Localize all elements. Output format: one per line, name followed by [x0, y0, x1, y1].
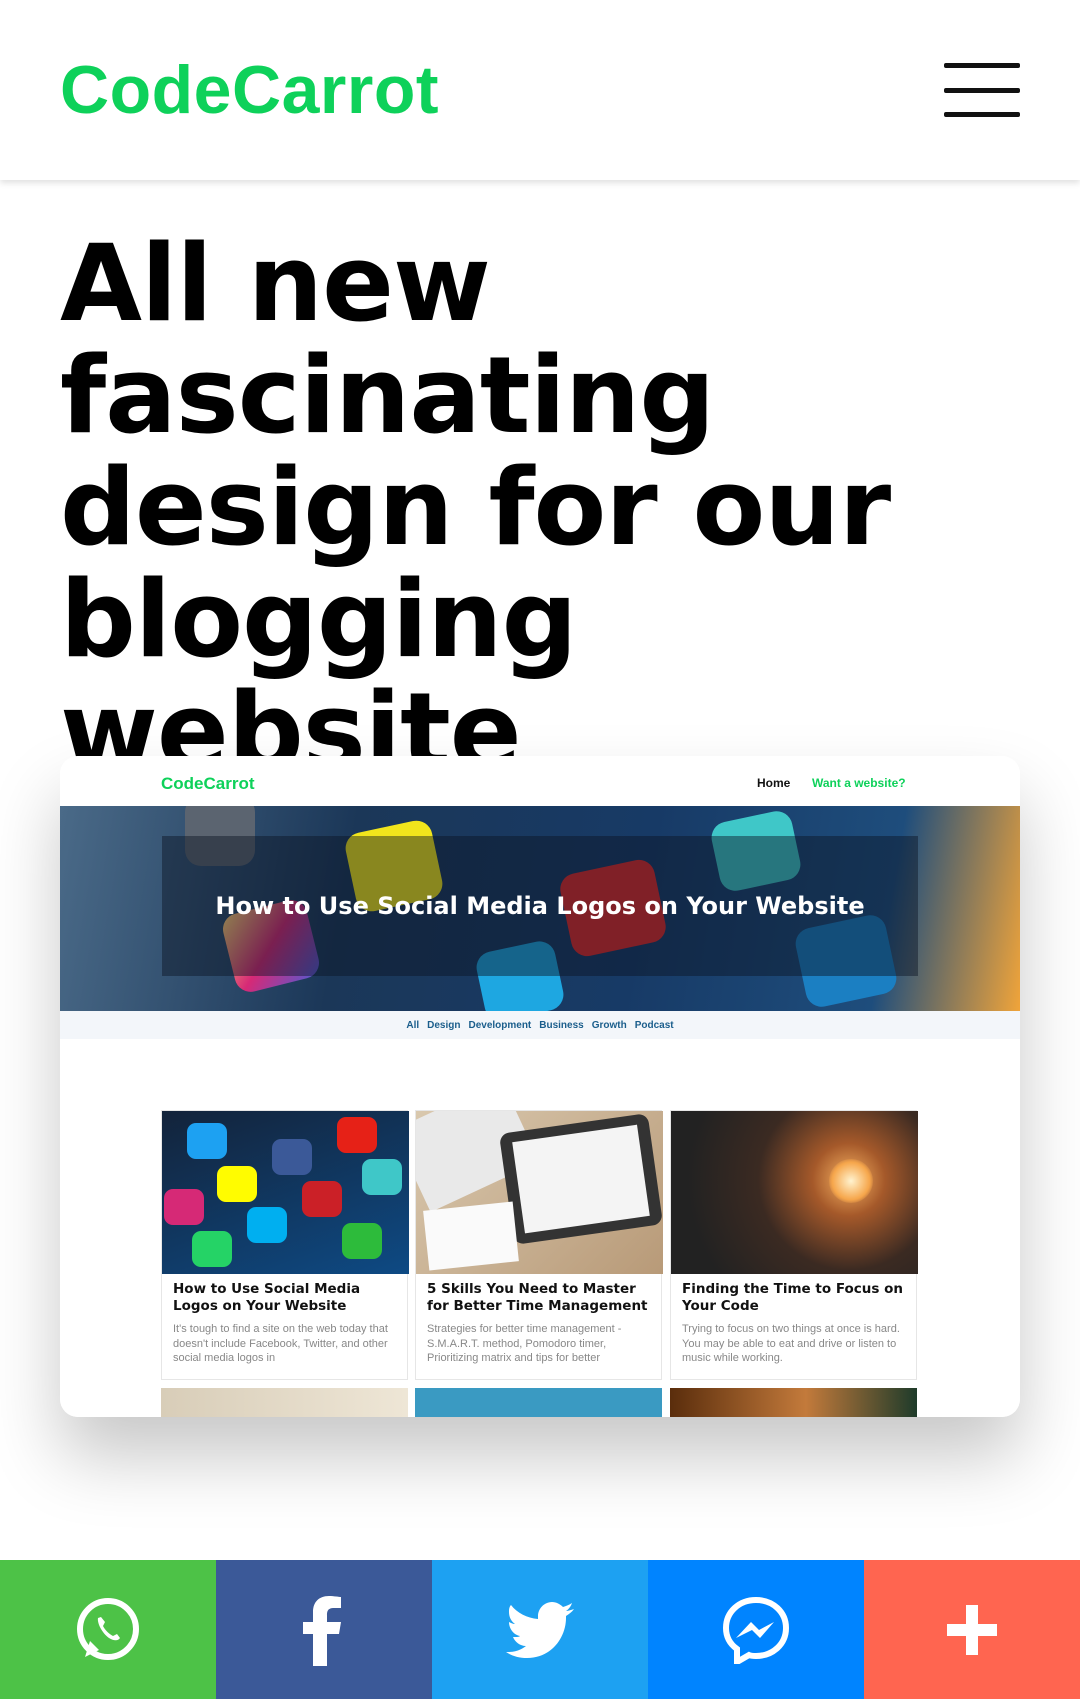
- more-share-button[interactable]: [864, 1560, 1080, 1699]
- card-thumbnail: [671, 1111, 918, 1274]
- messenger-icon: [722, 1596, 790, 1664]
- article-headline: All new fascinating design for our blogg…: [60, 222, 891, 793]
- preview-category: Design: [427, 1019, 461, 1031]
- preview-post-card: How to Use Social Media Logos on Your We…: [161, 1110, 409, 1380]
- card-title: Finding the Time to Focus on Your Code: [682, 1281, 904, 1314]
- facebook-icon: [303, 1595, 341, 1666]
- plus-icon: [947, 1604, 997, 1655]
- site-logo[interactable]: CodeCarrot: [60, 51, 439, 129]
- preview-post-card: 5 Skills You Need to Master for Better T…: [415, 1110, 663, 1380]
- facebook-share-button[interactable]: [216, 1560, 432, 1699]
- hamburger-menu-icon[interactable]: [944, 63, 1020, 117]
- card-excerpt: It's tough to find a site on the web tod…: [173, 1323, 388, 1364]
- card-title: How to Use Social Media Logos on Your We…: [173, 1281, 361, 1314]
- card-excerpt: Strategies for better time management - …: [427, 1323, 622, 1364]
- whatsapp-icon: [77, 1597, 139, 1660]
- preview-hero: How to Use Social Media Logos on Your We…: [60, 806, 1020, 1011]
- card-thumbnail: [416, 1111, 663, 1274]
- preview-category: Podcast: [634, 1019, 674, 1031]
- card-thumbnail: [162, 1111, 409, 1274]
- hero-title-overlay: How to Use Social Media Logos on Your We…: [162, 836, 918, 976]
- messenger-share-button[interactable]: [648, 1560, 864, 1699]
- twitter-icon: [506, 1601, 574, 1658]
- preview-category: Business: [539, 1019, 584, 1031]
- preview-hero-title: How to Use Social Media Logos on Your We…: [215, 892, 865, 920]
- preview-nav: CodeCarrot Home Want a website?: [60, 756, 1020, 806]
- preview-category: All: [406, 1019, 420, 1031]
- twitter-share-button[interactable]: [432, 1560, 648, 1699]
- preview-category: Development: [468, 1019, 532, 1031]
- card-excerpt: Trying to focus on two things at once is…: [682, 1323, 900, 1364]
- menu-line: [944, 63, 1020, 68]
- card-title: 5 Skills You Need to Master for Better T…: [427, 1281, 648, 1314]
- preview-nav-home: Home: [757, 776, 791, 790]
- share-bar: [0, 1560, 1080, 1699]
- preview-category: Growth: [591, 1019, 627, 1031]
- preview-post-card: Finding the Time to Focus on Your Code T…: [670, 1110, 918, 1380]
- preview-category-bar: All Design Development Business Growth P…: [60, 1011, 1020, 1039]
- preview-nav-want-website: Want a website?: [812, 776, 906, 790]
- website-preview-image: CodeCarrot Home Want a website? How to U…: [60, 756, 1020, 1417]
- preview-logo: CodeCarrot: [161, 774, 255, 793]
- preview-post-thumbnail: [670, 1388, 917, 1417]
- preview-post-thumbnail: [415, 1388, 662, 1417]
- preview-post-thumbnail: [161, 1388, 408, 1417]
- menu-line: [944, 112, 1020, 117]
- whatsapp-share-button[interactable]: [0, 1560, 216, 1699]
- menu-line: [944, 87, 1020, 93]
- site-header: CodeCarrot: [0, 0, 1080, 180]
